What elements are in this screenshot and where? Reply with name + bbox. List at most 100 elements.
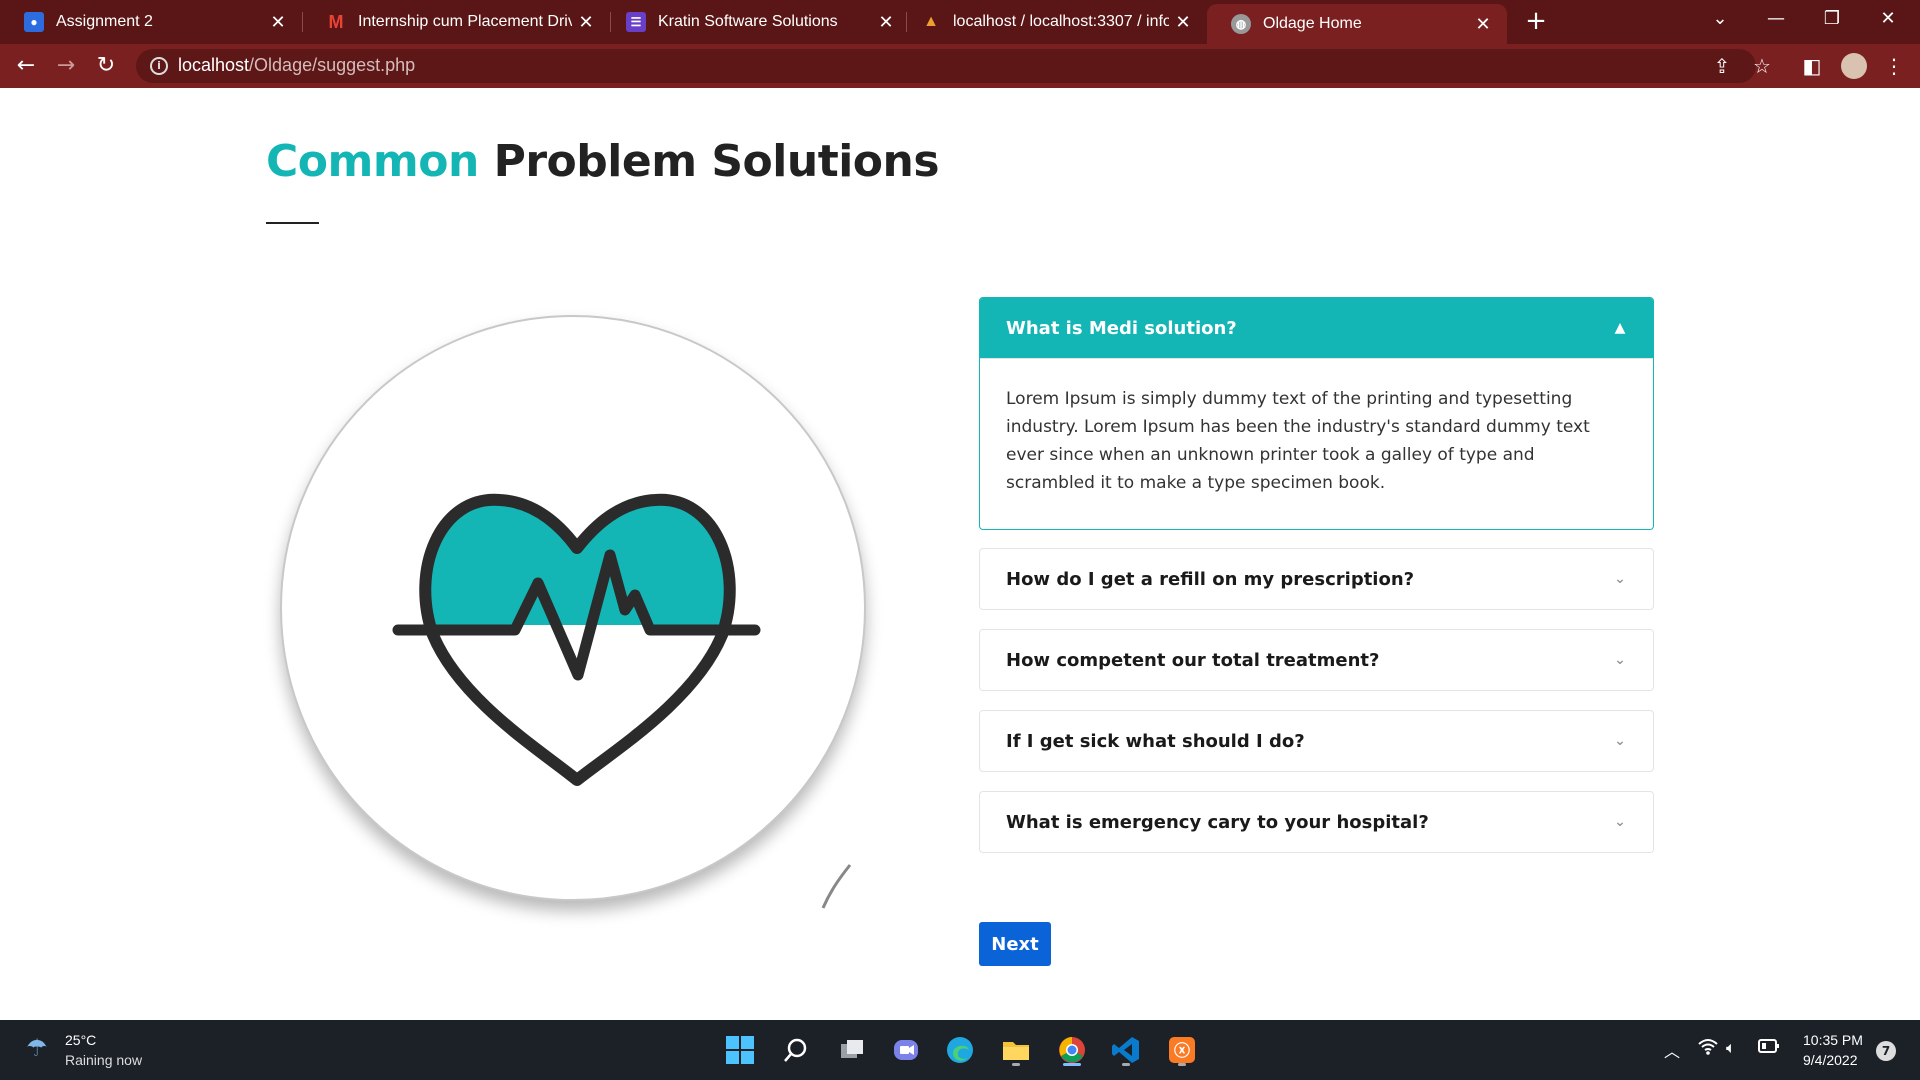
chrome-icon	[1059, 1037, 1085, 1063]
close-window-button[interactable]: ✕	[1860, 0, 1916, 40]
running-indicator	[1122, 1063, 1130, 1066]
tab-title: Internship cum Placement Drive-	[358, 13, 572, 30]
rain-umbrella-icon[interactable]: ☂	[26, 1034, 56, 1064]
windows-logo-icon	[726, 1036, 754, 1064]
back-button[interactable]: ←	[10, 50, 42, 82]
forms-icon: ☰	[626, 12, 646, 32]
faq-question: What is Medi solution?	[1006, 317, 1237, 339]
faq-item: How do I get a refill on my prescription…	[979, 548, 1654, 610]
show-hidden-icons-chevron-icon[interactable]: ︿	[1664, 1038, 1680, 1062]
gmail-icon: M	[328, 11, 344, 32]
forward-button[interactable]: →	[50, 50, 82, 82]
reload-button[interactable]: ↻	[90, 50, 122, 82]
url-host: localhost	[178, 55, 250, 75]
active-indicator	[1063, 1063, 1081, 1066]
running-indicator	[1012, 1063, 1020, 1066]
task-view-icon	[841, 1040, 863, 1058]
weather-description[interactable]: Raining now	[65, 1052, 142, 1068]
url-text: localhost/Oldage/suggest.php	[178, 55, 415, 76]
clock-date[interactable]: 9/4/2022	[1803, 1052, 1858, 1068]
edge-button[interactable]	[940, 1030, 980, 1070]
chevron-up-icon: ▲	[1614, 320, 1626, 336]
restore-button[interactable]: ❐	[1804, 0, 1860, 40]
faq-answer: Lorem Ipsum is simply dummy text of the …	[980, 358, 1653, 529]
site-info-icon[interactable]: i	[150, 57, 168, 75]
toolbar: ← → ↻ i localhost/Oldage/suggest.php ⇪ ☆…	[0, 44, 1920, 88]
minimize-button[interactable]: —	[1748, 0, 1804, 40]
chevron-down-icon: ⌄	[1614, 814, 1626, 830]
tab-title: localhost / localhost:3307 / info /	[953, 13, 1169, 30]
faq-question: What is emergency cary to your hospital?	[1006, 811, 1429, 833]
side-panel-icon[interactable]: ◧	[1796, 50, 1828, 82]
page-title: Common Problem Solutions	[266, 136, 940, 187]
address-bar[interactable]: i localhost/Oldage/suggest.php	[136, 49, 1756, 83]
tab-phpmyadmin[interactable]: ▲ localhost / localhost:3307 / info / ✕	[897, 0, 1207, 44]
weather-temperature[interactable]: 25°C	[65, 1032, 96, 1048]
tab-kratin[interactable]: ☰ Kratin Software Solutions ✕	[602, 0, 910, 44]
task-view-button[interactable]	[832, 1030, 872, 1070]
teams-chat-button[interactable]	[886, 1030, 926, 1070]
menu-icon[interactable]: ⋮	[1878, 50, 1910, 82]
chevron-down-icon: ⌄	[1614, 733, 1626, 749]
faq-accordion: What is Medi solution? ▲ Lorem Ipsum is …	[979, 297, 1654, 872]
wifi-icon[interactable]	[1698, 1038, 1718, 1060]
faq-item: If I get sick what should I do? ⌄	[979, 710, 1654, 772]
tab-title: Kratin Software Solutions	[658, 13, 838, 30]
faq-question-button[interactable]: If I get sick what should I do? ⌄	[980, 711, 1653, 771]
close-tab-icon[interactable]: ✕	[572, 12, 600, 33]
tab-assignment[interactable]: ● Assignment 2 ✕	[0, 0, 302, 44]
url-path: /Oldage/suggest.php	[249, 55, 416, 75]
tab-search-icon[interactable]: ⌄	[1692, 0, 1748, 40]
close-tab-icon[interactable]: ✕	[1469, 14, 1497, 35]
page-title-rest: Problem Solutions	[493, 136, 940, 187]
close-tab-icon[interactable]: ✕	[264, 12, 292, 33]
svg-text:ⓧ: ⓧ	[1174, 1041, 1190, 1060]
xampp-button[interactable]: ⓧ	[1162, 1030, 1202, 1070]
phpmyadmin-icon: ▲	[923, 13, 939, 30]
tab-title: Oldage Home	[1263, 15, 1362, 32]
faq-item: What is Medi solution? ▲ Lorem Ipsum is …	[979, 297, 1654, 530]
classroom-icon: ●	[24, 12, 44, 32]
faq-item: What is emergency cary to your hospital?…	[979, 791, 1654, 853]
chevron-down-icon: ⌄	[1614, 571, 1626, 587]
folder-icon	[1003, 1042, 1029, 1060]
xampp-icon: ⓧ	[1169, 1037, 1195, 1063]
clock-time[interactable]: 10:35 PM	[1803, 1032, 1863, 1048]
start-button[interactable]	[720, 1030, 760, 1070]
share-icon[interactable]: ⇪	[1706, 50, 1738, 82]
search-button[interactable]	[776, 1030, 816, 1070]
vscode-icon	[1112, 1037, 1139, 1063]
hero-illustration	[250, 280, 910, 920]
chevron-down-icon: ⌄	[1614, 652, 1626, 668]
close-tab-icon[interactable]: ✕	[1169, 12, 1197, 33]
battery-icon[interactable]	[1758, 1038, 1780, 1058]
bookmark-star-icon[interactable]: ☆	[1746, 50, 1778, 82]
globe-icon: ◍	[1231, 14, 1251, 34]
faq-question-button[interactable]: How do I get a refill on my prescription…	[980, 549, 1653, 609]
running-indicator	[1178, 1063, 1186, 1066]
title-divider	[266, 222, 319, 224]
file-explorer-button[interactable]	[996, 1030, 1036, 1070]
heart-pulse-icon	[392, 493, 852, 909]
tab-title: Assignment 2	[56, 13, 153, 30]
chrome-button[interactable]	[1052, 1030, 1092, 1070]
faq-question-button[interactable]: What is emergency cary to your hospital?…	[980, 792, 1653, 852]
close-tab-icon[interactable]: ✕	[872, 12, 900, 33]
faq-question: How competent our total treatment?	[1006, 649, 1380, 671]
tab-gmail[interactable]: M Internship cum Placement Drive- ✕	[302, 0, 610, 44]
vscode-button[interactable]	[1106, 1030, 1146, 1070]
faq-question: If I get sick what should I do?	[1006, 730, 1305, 752]
profile-avatar[interactable]	[1838, 50, 1870, 82]
faq-item: How competent our total treatment? ⌄	[979, 629, 1654, 691]
faq-question-button[interactable]: What is Medi solution? ▲	[980, 298, 1653, 358]
teams-chat-icon	[894, 1040, 918, 1060]
new-tab-button[interactable]: +	[1520, 6, 1552, 38]
page-title-accent: Common	[266, 136, 479, 187]
faq-question-button[interactable]: How competent our total treatment? ⌄	[980, 630, 1653, 690]
taskbar: ☂ 25°C Raining now ⓧ ︿ 🔈︎ 10:35 PM 9/4/2…	[0, 1020, 1920, 1080]
volume-icon[interactable]: 🔈︎	[1726, 1038, 1736, 1058]
notification-badge[interactable]: 7	[1876, 1041, 1896, 1061]
tab-oldage-home[interactable]: ◍ Oldage Home ✕	[1207, 4, 1507, 44]
next-button[interactable]: Next	[979, 922, 1051, 966]
edge-browser-icon	[947, 1037, 973, 1063]
